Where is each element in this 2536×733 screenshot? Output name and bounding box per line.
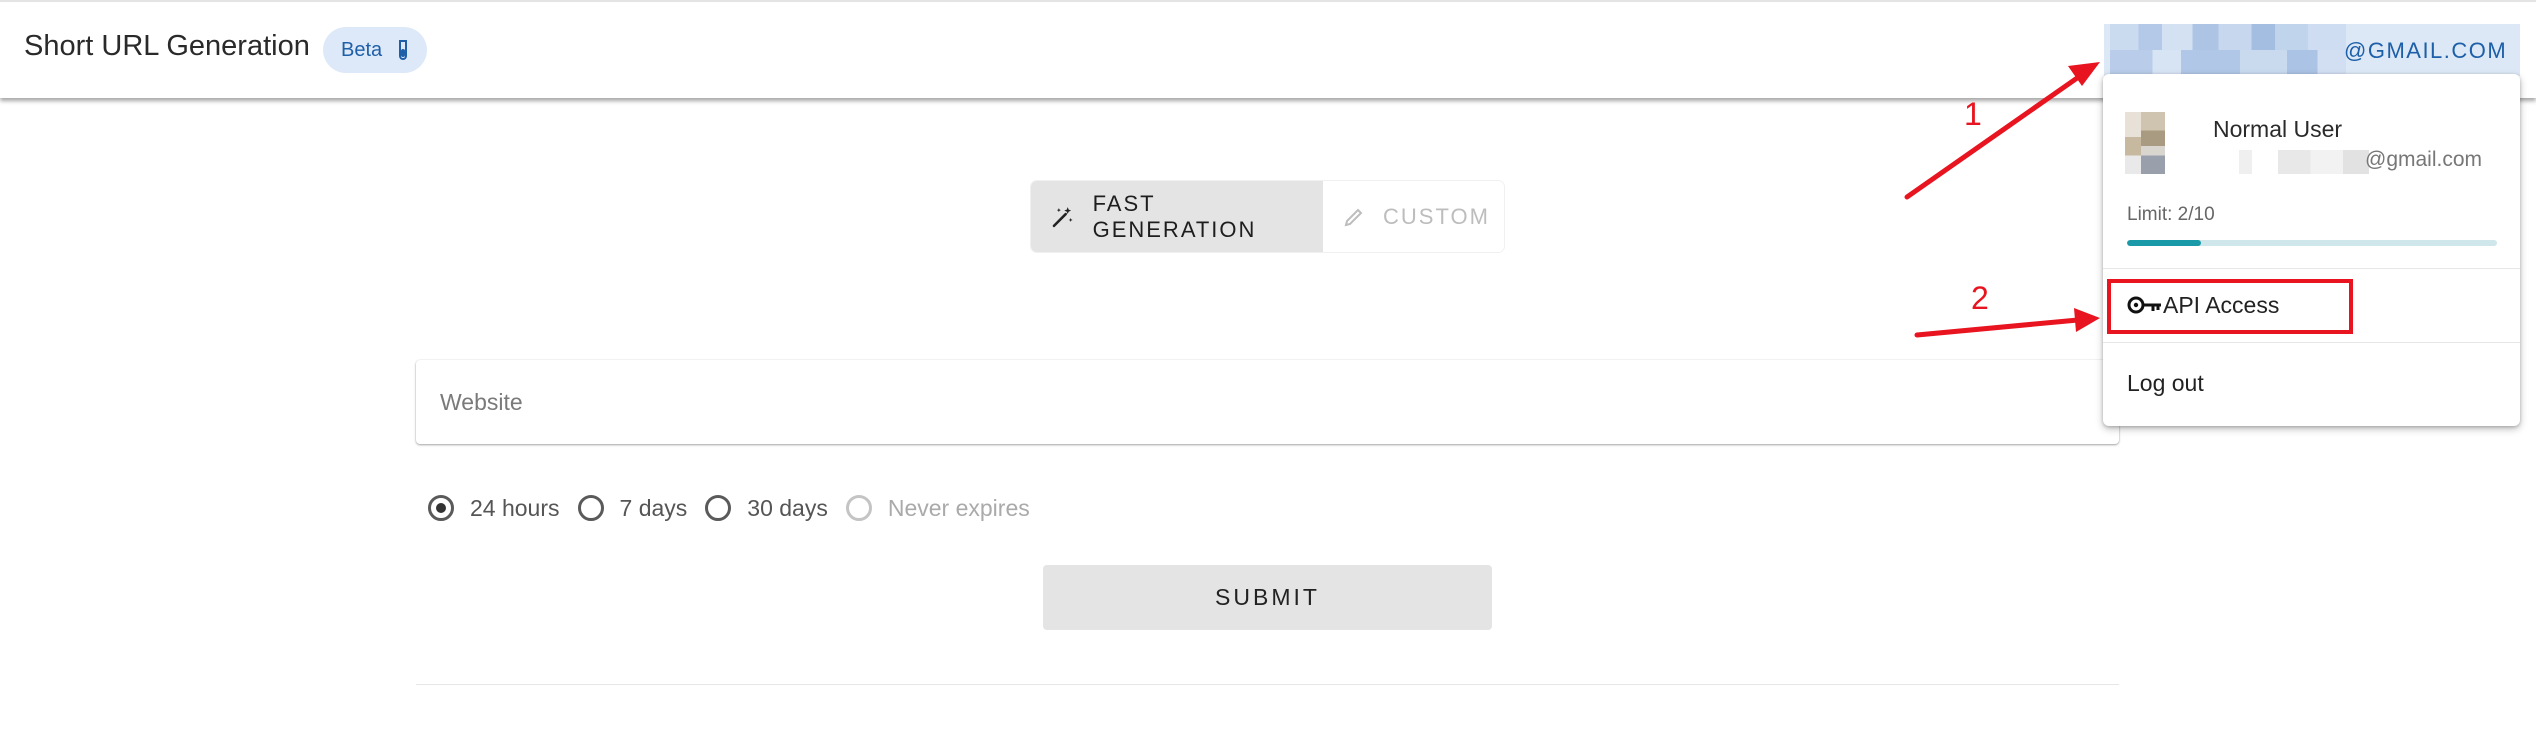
radio-unchecked-icon: [577, 495, 604, 521]
menu-divider: [2103, 268, 2520, 269]
expiry-radio-group: 24 hours 7 days 30 days Never expires: [428, 490, 1048, 526]
user-email-domain: @gmail.com: [2365, 148, 2483, 171]
annotation-arrowhead-2: [2074, 308, 2100, 332]
fast-generation-button[interactable]: FAST GENERATION: [1031, 181, 1323, 252]
expiry-option-label: 30 days: [747, 494, 828, 521]
expiry-option-label: 24 hours: [470, 494, 560, 521]
radio-checked-icon: [428, 495, 454, 521]
app-title: Short URL Generation: [24, 30, 310, 62]
custom-label: CUSTOM: [1383, 203, 1490, 229]
website-field: [416, 360, 2119, 444]
website-input[interactable]: [416, 360, 2119, 444]
test-tube-icon: [399, 40, 408, 60]
user-name: Normal User: [2213, 116, 2343, 142]
annotation-arrow-2: [1914, 317, 2081, 338]
generation-mode-toggle: FAST GENERATION CUSTOM: [1031, 181, 1504, 252]
submit-button[interactable]: SUBMIT: [1043, 565, 1492, 630]
avatar: [2125, 112, 2165, 174]
log-out-label: Log out: [2127, 370, 2204, 396]
annotation-step-1: 1: [1964, 96, 1982, 132]
expiry-option-label: 7 days: [619, 494, 688, 521]
radio-unchecked-icon: [705, 495, 732, 521]
radio-disabled-icon: [845, 495, 872, 521]
expiry-option-label: Never expires: [887, 494, 1030, 521]
beta-label: Beta: [341, 38, 383, 61]
custom-button[interactable]: CUSTOM: [1323, 181, 1504, 252]
annotation-step-2: 2: [1971, 280, 1989, 316]
usage-limit-progress-fill: [2127, 240, 2201, 246]
expiry-option-30-days[interactable]: 30 days: [705, 495, 828, 522]
account-menu-button[interactable]: @GMAIL.COM: [2104, 24, 2520, 76]
account-dropdown-menu: Normal User @gmail.com Limit: 2/10 API A…: [2103, 74, 2520, 426]
divider: [416, 684, 2119, 685]
annotation-highlight-box: [2107, 279, 2353, 334]
expiry-option-7-days[interactable]: 7 days: [577, 494, 688, 522]
beta-chip: Beta: [323, 27, 427, 73]
redacted-email-blur: [2239, 150, 2369, 174]
menu-item-log-out[interactable]: Log out: [2103, 342, 2520, 426]
usage-limit-label: Limit: 2/10: [2127, 204, 2215, 225]
account-email-label: @GMAIL.COM: [2344, 38, 2508, 63]
magic-wand-icon: [1052, 206, 1073, 227]
expiry-option-24-hours[interactable]: 24 hours: [428, 495, 560, 522]
redacted-email-blur: [2110, 24, 2346, 76]
expiry-option-never-expires: Never expires: [845, 494, 1030, 522]
fast-generation-label: FAST GENERATION: [1092, 190, 1257, 242]
usage-limit-progress: [2127, 240, 2497, 246]
pencil-icon: [1344, 208, 1363, 226]
